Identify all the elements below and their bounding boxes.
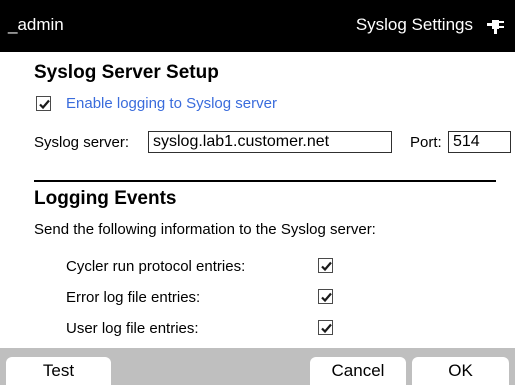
error-log-label: Error log file entries: (66, 289, 201, 306)
syslog-server-input[interactable]: syslog.lab1.customer.net (148, 131, 392, 153)
title-bar: _admin Syslog Settings (0, 0, 515, 52)
checkmark-icon (321, 292, 332, 303)
enable-logging-label[interactable]: Enable logging to Syslog server (66, 95, 277, 112)
logging-events-heading: Logging Events (34, 188, 177, 209)
plug-icon (483, 15, 507, 35)
test-button[interactable]: Test (6, 357, 111, 385)
current-user: _admin (8, 15, 64, 34)
syslog-server-label: Syslog server: (34, 134, 130, 151)
port-input[interactable]: 514 (448, 131, 511, 153)
section-divider (34, 180, 496, 182)
checkmark-icon (321, 323, 332, 334)
checkmark-icon (39, 99, 50, 110)
screen-title: Syslog Settings (355, 15, 473, 34)
port-label: Port: (410, 134, 442, 151)
cancel-button[interactable]: Cancel (310, 357, 406, 385)
error-log-checkbox[interactable] (318, 289, 333, 304)
ok-button[interactable]: OK (412, 357, 509, 385)
cycler-run-protocol-label: Cycler run protocol entries: (66, 258, 246, 275)
user-log-label: User log file entries: (66, 320, 199, 337)
button-bar: Test Cancel OK (0, 348, 515, 385)
server-setup-heading: Syslog Server Setup (34, 62, 219, 83)
logging-events-description: Send the following information to the Sy… (34, 221, 376, 238)
cycler-run-protocol-checkbox[interactable] (318, 258, 333, 273)
enable-logging-checkbox[interactable] (36, 96, 51, 111)
syslog-settings-screen: _admin Syslog Settings Syslog Server Set… (0, 0, 515, 385)
checkmark-icon (321, 261, 332, 272)
user-log-checkbox[interactable] (318, 320, 333, 335)
